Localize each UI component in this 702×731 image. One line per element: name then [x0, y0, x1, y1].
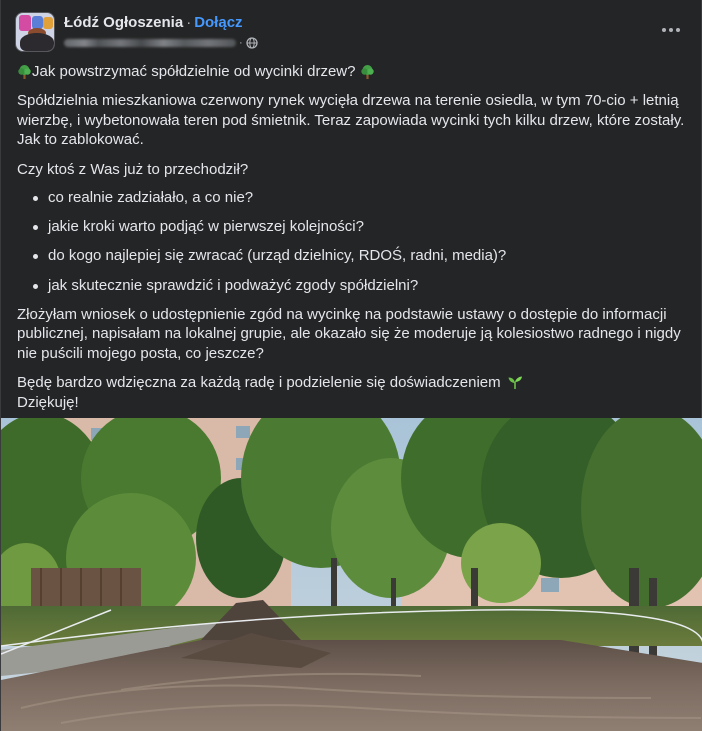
more-dot — [669, 28, 673, 32]
list-item: co realnie zadziałało, a co nie? — [31, 188, 685, 208]
post-header: Łódź Ogłoszenia · Dołącz · — [1, 0, 701, 58]
globe-icon[interactable] — [246, 37, 258, 49]
tree-icon — [360, 65, 374, 79]
photo-image — [1, 418, 702, 731]
group-name-link[interactable]: Łódź Ogłoszenia — [64, 14, 183, 31]
paragraph-details: Złożyłam wniosek o udostępnienie zgód na… — [17, 305, 681, 362]
author-row: · — [64, 37, 258, 49]
question-list: co realnie zadziałało, a co nie? jakie k… — [31, 188, 685, 295]
paragraph-question: Czy ktoś z Was już to przechodził? — [17, 160, 249, 178]
list-item: jak skutecznie sprawdzić i podważyć zgod… — [31, 276, 685, 296]
title-row: Łódź Ogłoszenia · Dołącz — [64, 13, 258, 32]
paragraph-closing: Będę bardzo wdzięczna za każdą radę i po… — [17, 373, 685, 393]
closing-text: Będę bardzo wdzięczna za każdą radę i po… — [17, 374, 501, 392]
author-separator: · — [239, 37, 243, 49]
more-dot — [676, 28, 680, 32]
tree-icon — [18, 65, 31, 79]
title-separator: · — [186, 14, 192, 31]
post-title: Jak powstrzymać spółdzielnie od wycinki … — [17, 62, 685, 82]
list-item: do kogo najlepiej się zwracać (urząd dzi… — [31, 246, 685, 266]
more-options-icon — [662, 28, 666, 32]
group-avatar[interactable] — [15, 12, 55, 52]
paragraph-thanks: Dziękuję! — [17, 393, 79, 411]
post-meta: Łódź Ogłoszenia · Dołącz · — [64, 12, 258, 58]
seedling-icon — [508, 376, 522, 390]
post-photo[interactable] — [1, 418, 702, 731]
more-options-button[interactable] — [659, 20, 683, 40]
blurred-author-name[interactable] — [64, 39, 236, 47]
list-item: jakie kroki warto podjąć w pierwszej kol… — [31, 217, 685, 237]
facebook-post: Łódź Ogłoszenia · Dołącz · Jak powstrzym… — [0, 0, 702, 731]
join-group-button[interactable]: Dołącz — [194, 14, 242, 31]
post-title-text: Jak powstrzymać spółdzielnie od wycinki … — [32, 63, 356, 81]
post-body: Jak powstrzymać spółdzielnie od wycinki … — [1, 58, 701, 412]
paragraph-intro: Spółdzielnia mieszkaniowa czerwony rynek… — [17, 92, 685, 148]
